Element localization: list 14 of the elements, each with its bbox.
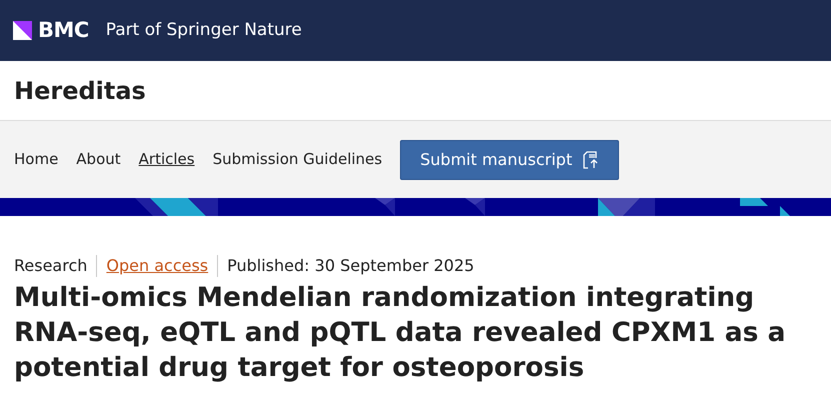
logo-text[interactable]: BMC <box>38 14 89 46</box>
submit-manuscript-button[interactable]: Submit manuscript <box>400 140 620 180</box>
nav-link[interactable]: About <box>76 148 121 171</box>
publication-date: Published: 30 September 2025 <box>227 255 474 277</box>
upload-icon <box>582 150 600 168</box>
logo-icon <box>13 21 32 40</box>
nav-link[interactable]: Home <box>14 148 58 171</box>
nav-link[interactable]: Submission Guidelines <box>212 148 382 171</box>
open-access-link[interactable]: Open access <box>106 254 208 278</box>
tagline: Part of Springer Nature <box>106 18 302 42</box>
nav-link[interactable]: Articles <box>138 148 195 171</box>
article-title: Multi-omics Mendelian randomization integrating RNA-seq, eQTL and pQTL data revealed CPXM1 as a potential drug target for osteoporosis <box>14 281 787 385</box>
article-type: Research <box>14 255 88 277</box>
journal-title[interactable]: Hereditas <box>14 72 146 108</box>
